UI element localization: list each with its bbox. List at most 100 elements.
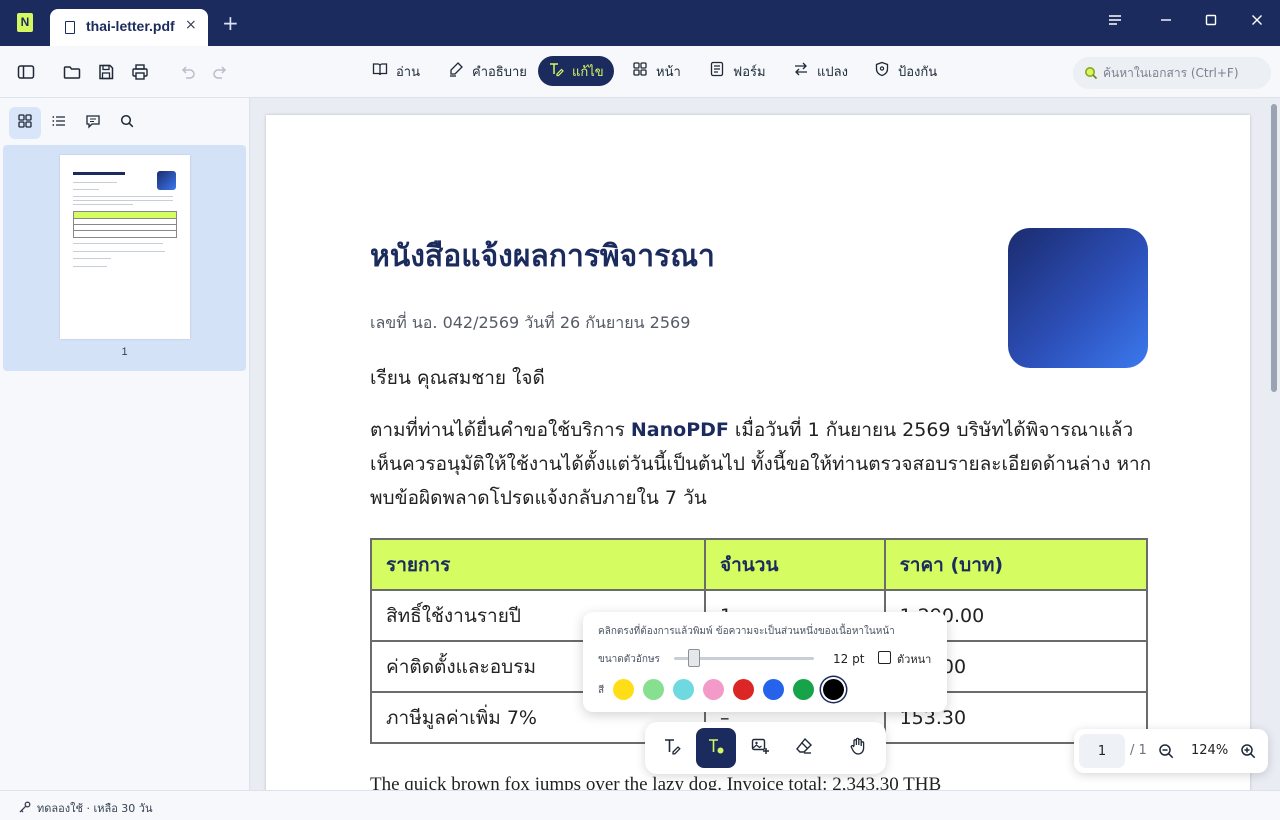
maximize-button[interactable] xyxy=(1204,12,1218,31)
document-body[interactable]: ตามที่ท่านได้ยื่นคำขอใช้บริการ NanoPDF เ… xyxy=(370,413,1152,515)
table-header-cell: จำนวน xyxy=(703,538,886,591)
page-thumbnail[interactable]: 1 xyxy=(3,145,246,371)
mode-tab-form[interactable]: ฟอร์ม xyxy=(699,56,776,86)
thumbnail-page-number: 1 xyxy=(121,346,128,358)
popover-hint: คลิกตรงที่ต้องการแล้วพิมพ์ ข้อความจะเป็น… xyxy=(598,626,895,637)
trial-status: ทดลองใช้ · เหลือ 30 วัน xyxy=(37,802,153,815)
body-line-1: ตามที่ท่านได้ยื่นคำขอใช้บริการ NanoPDF เ… xyxy=(370,419,1134,441)
sidebar-tab-outline[interactable] xyxy=(43,107,75,139)
convert-arrows-icon xyxy=(793,61,809,81)
vertical-scrollbar-thumb[interactable] xyxy=(1271,104,1277,392)
mode-tab-label: แก้ไข xyxy=(572,64,604,80)
zoom-in-button[interactable] xyxy=(1239,742,1257,760)
sidebar-tab-comments[interactable] xyxy=(77,107,109,139)
shield-icon xyxy=(874,61,890,81)
new-tab-button[interactable]: + xyxy=(222,13,239,33)
close-window-button[interactable] xyxy=(1250,12,1264,31)
color-swatch[interactable] xyxy=(793,679,814,700)
highlighter-icon xyxy=(448,61,464,81)
app-logo: N xyxy=(17,13,33,32)
document-title[interactable]: หนังสือแจ้งผลการพิจารณา xyxy=(370,233,715,280)
open-folder-icon[interactable] xyxy=(62,62,82,82)
mode-tab-protect[interactable]: ป้องกัน xyxy=(864,56,947,86)
mode-tab-edit[interactable]: แก้ไข xyxy=(538,56,614,86)
save-icon[interactable] xyxy=(96,62,116,82)
list-icon xyxy=(51,113,67,133)
status-bar: ทดลองใช้ · เหลือ 30 วัน xyxy=(0,790,1280,820)
font-size-label: ขนาดตัวอักษร xyxy=(598,654,660,665)
search-icon xyxy=(119,113,135,133)
brand-name: NanoPDF xyxy=(630,419,729,441)
color-swatch[interactable] xyxy=(733,679,754,700)
text-edit-popover: คลิกตรงที่ต้องการแล้วพิมพ์ ข้อความจะเป็น… xyxy=(583,612,947,712)
document-icon xyxy=(65,21,75,34)
color-swatch[interactable] xyxy=(613,679,634,700)
edit-text-icon xyxy=(548,61,564,81)
sidebar: 1 xyxy=(0,98,250,790)
thumbnail-preview xyxy=(60,155,190,339)
edit-tools-bar xyxy=(645,722,886,774)
page-navigation: / 1 124% xyxy=(1074,729,1268,773)
document-tab[interactable]: thai-letter.pdf × xyxy=(50,9,208,46)
pages-grid-icon xyxy=(632,61,648,81)
page-number-input[interactable] xyxy=(1079,734,1125,768)
mode-tab-label: อ่าน xyxy=(396,64,420,80)
tab-title: thai-letter.pdf xyxy=(86,18,175,34)
edit-text-icon xyxy=(662,736,682,760)
mode-tab-label: หน้า xyxy=(656,64,681,80)
mode-tab-label: ป้องกัน xyxy=(898,64,938,80)
redo-icon[interactable] xyxy=(211,62,231,82)
tab-close-button[interactable]: × xyxy=(185,17,197,33)
search-input[interactable] xyxy=(1103,63,1263,83)
eraser-tool[interactable] xyxy=(784,728,824,768)
thumbnails-grid-icon xyxy=(17,113,33,133)
main-toolbar: อ่าน คำอธิบาย แก้ไข หน้า ฟอร์ม แปลง ป้อง… xyxy=(0,46,1280,98)
mode-tab-label: ฟอร์ม xyxy=(733,64,766,80)
print-icon[interactable] xyxy=(130,62,150,82)
title-bar: N thai-letter.pdf × + xyxy=(0,0,1280,46)
mode-tab-pages[interactable]: หน้า xyxy=(622,56,691,86)
eraser-icon xyxy=(794,736,814,760)
sidebar-tab-search[interactable] xyxy=(111,107,143,139)
hand-icon xyxy=(848,736,868,760)
font-size-slider-handle[interactable] xyxy=(688,649,700,667)
hand-pan-tool[interactable] xyxy=(838,728,878,768)
document-salutation[interactable]: เรียน คุณสมชาย ใจดี xyxy=(370,363,545,393)
zoom-level: 124% xyxy=(1191,743,1229,758)
mode-tab-annotate[interactable]: คำอธิบาย xyxy=(438,56,537,86)
sidebar-tab-thumbnails[interactable] xyxy=(9,107,41,139)
color-label: สี xyxy=(598,685,605,696)
color-swatch[interactable] xyxy=(643,679,664,700)
color-swatch[interactable] xyxy=(823,679,844,700)
add-image-icon xyxy=(750,736,770,760)
body-line-3: พบข้อผิดพลาดโปรดแจ้งกลับภายใน 7 วัน xyxy=(370,487,707,509)
menu-icon[interactable] xyxy=(1107,12,1123,31)
body-line-2: เห็นควรอนุมัติให้ใช้งานได้ตั้งแต่วันนี้เ… xyxy=(370,453,1152,475)
add-text-tool[interactable] xyxy=(696,728,736,768)
add-image-tool[interactable] xyxy=(740,728,780,768)
page-total: / 1 xyxy=(1130,743,1147,758)
font-size-value: 12 pt xyxy=(833,652,865,666)
table-header-cell: ราคา (บาท) xyxy=(883,538,1149,591)
color-swatch[interactable] xyxy=(703,679,724,700)
undo-icon[interactable] xyxy=(177,62,197,82)
table-header-row: รายการ จำนวน ราคา (บาท) xyxy=(370,538,1149,591)
color-swatch[interactable] xyxy=(763,679,784,700)
mode-tab-label: คำอธิบาย xyxy=(472,64,527,80)
book-icon xyxy=(372,61,388,81)
mode-tab-label: แปลง xyxy=(817,64,848,80)
mode-tab-convert[interactable]: แปลง xyxy=(783,56,858,86)
bold-checkbox[interactable] xyxy=(878,651,891,664)
key-icon xyxy=(18,799,31,813)
minimize-button[interactable] xyxy=(1159,12,1173,31)
search-box[interactable] xyxy=(1073,57,1271,89)
color-swatch[interactable] xyxy=(673,679,694,700)
sidebar-toggle-icon[interactable] xyxy=(16,62,36,82)
document-reference[interactable]: เลขที่ นอ. 042/2569 วันที่ 26 กันยายน 25… xyxy=(370,311,690,336)
edit-text-tool[interactable] xyxy=(652,728,692,768)
mode-tab-read[interactable]: อ่าน xyxy=(362,56,430,86)
brand-logo-square xyxy=(1008,228,1148,368)
document-footer-line[interactable]: The quick brown fox jumps over the lazy … xyxy=(370,774,941,790)
zoom-out-button[interactable] xyxy=(1157,742,1175,760)
add-text-icon xyxy=(706,736,726,760)
